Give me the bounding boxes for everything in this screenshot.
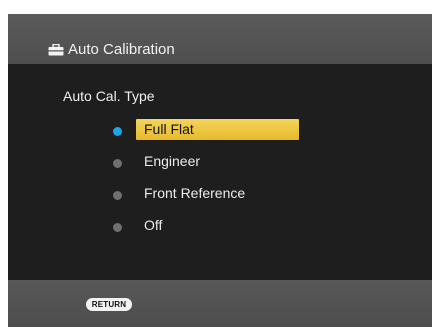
return-button[interactable]: RETURN (86, 298, 132, 311)
page-title-text: Auto Calibration (68, 41, 175, 58)
option-label: Off (144, 217, 163, 233)
option-label: Front Reference (144, 185, 246, 201)
osd-screen: Auto Calibration Auto Cal. Type Full Fla… (8, 14, 432, 327)
option-label: Engineer (144, 153, 201, 169)
header-bar: Auto Calibration (8, 14, 432, 64)
option-list: Full Flat Engineer Front Reference Off (108, 118, 328, 246)
option-off[interactable]: Off (108, 214, 328, 246)
section-label: Auto Cal. Type (63, 88, 155, 104)
unselected-dot-icon (113, 159, 122, 168)
option-engineer[interactable]: Engineer (108, 150, 328, 182)
unselected-dot-icon (113, 191, 122, 200)
selected-dot-icon (113, 127, 122, 136)
option-label: Full Flat (136, 119, 299, 140)
main-panel: Auto Cal. Type Full Flat Engineer Front … (8, 64, 432, 280)
toolbox-icon (48, 43, 64, 56)
footer-bar: RETURN (8, 280, 432, 327)
option-full-flat[interactable]: Full Flat (108, 118, 328, 150)
page-title: Auto Calibration (48, 42, 175, 58)
option-front-reference[interactable]: Front Reference (108, 182, 328, 214)
unselected-dot-icon (113, 223, 122, 232)
